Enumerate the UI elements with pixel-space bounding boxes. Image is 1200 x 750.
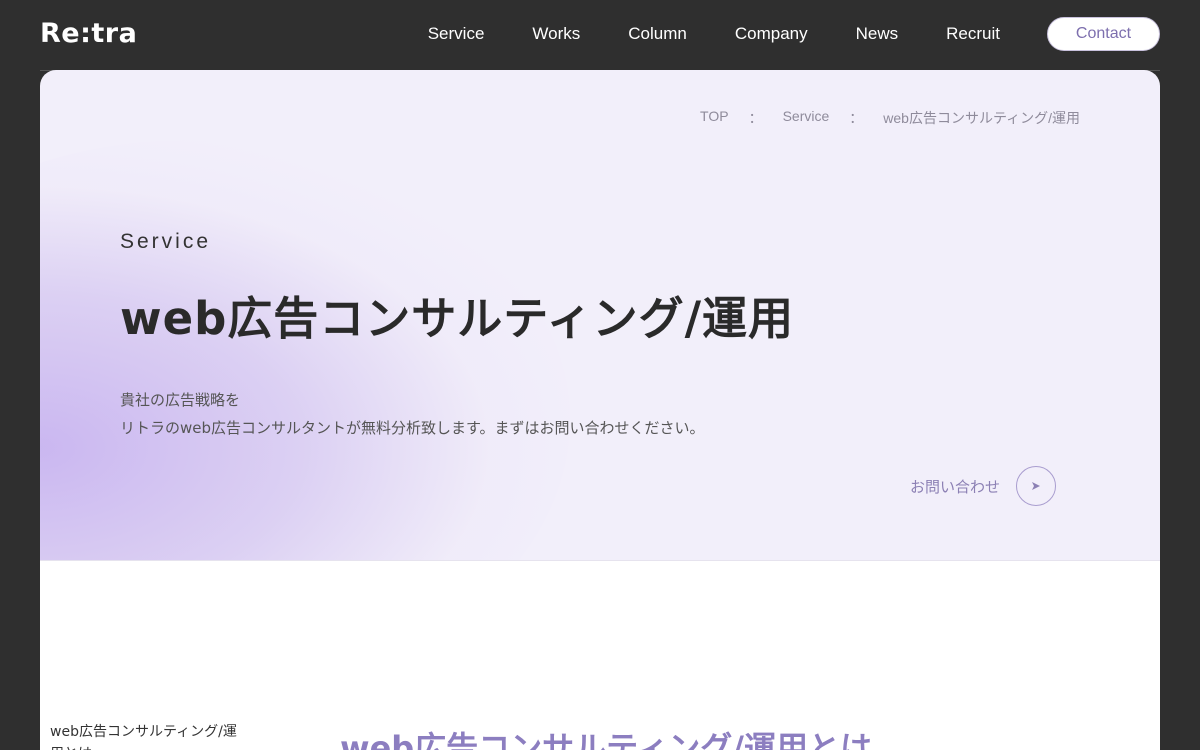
- nav-item-news[interactable]: News: [856, 24, 899, 44]
- breadcrumb-separator: ：: [748, 110, 763, 126]
- site-header: Re:tra Service Works Column Company News…: [0, 0, 1200, 70]
- hero-description-line: 貴社の広告戦略を: [120, 391, 241, 409]
- breadcrumb-current: web広告コンサルティング/運用: [883, 110, 1080, 126]
- breadcrumb: TOP ： Service ： web広告コンサルティング/運用: [700, 108, 1080, 128]
- hero-gradient-decoration: [40, 140, 570, 560]
- site-logo[interactable]: Re:tra: [40, 18, 137, 49]
- nav-item-column[interactable]: Column: [628, 24, 687, 44]
- content-section: web広告コンサルティング/運用とは web広告コンサルティング/運用とは: [40, 560, 1160, 750]
- breadcrumb-separator: ：: [849, 110, 864, 126]
- page-title: web広告コンサルティング/運用: [120, 292, 795, 345]
- side-section-label: web広告コンサルティング/運用とは: [50, 724, 237, 750]
- contact-button[interactable]: Contact: [1047, 17, 1160, 51]
- nav-item-service[interactable]: Service: [428, 24, 485, 44]
- breadcrumb-service[interactable]: Service: [783, 108, 830, 128]
- hero-section: TOP ： Service ： web広告コンサルティング/運用 Service…: [40, 70, 1160, 560]
- hero-description: 貴社の広告戦略を リトラのweb広告コンサルタントが無料分析致します。まずはお問…: [120, 386, 705, 442]
- arrow-right-icon[interactable]: [1016, 466, 1056, 506]
- nav-item-company[interactable]: Company: [735, 24, 808, 44]
- inquiry-link-label: お問い合わせ: [909, 477, 1000, 496]
- breadcrumb-top[interactable]: TOP: [700, 108, 729, 128]
- main-nav: Service Works Column Company News Recrui…: [428, 24, 1000, 44]
- hero-description-line: リトラのweb広告コンサルタントが無料分析致します。まずはお問い合わせください。: [120, 419, 705, 437]
- inquiry-link[interactable]: お問い合わせ: [910, 466, 1056, 506]
- nav-item-recruit[interactable]: Recruit: [946, 24, 1000, 44]
- hero-subheading: Service: [120, 230, 212, 253]
- nav-item-works[interactable]: Works: [532, 24, 580, 44]
- section-title: web広告コンサルティング/運用とは: [340, 729, 872, 750]
